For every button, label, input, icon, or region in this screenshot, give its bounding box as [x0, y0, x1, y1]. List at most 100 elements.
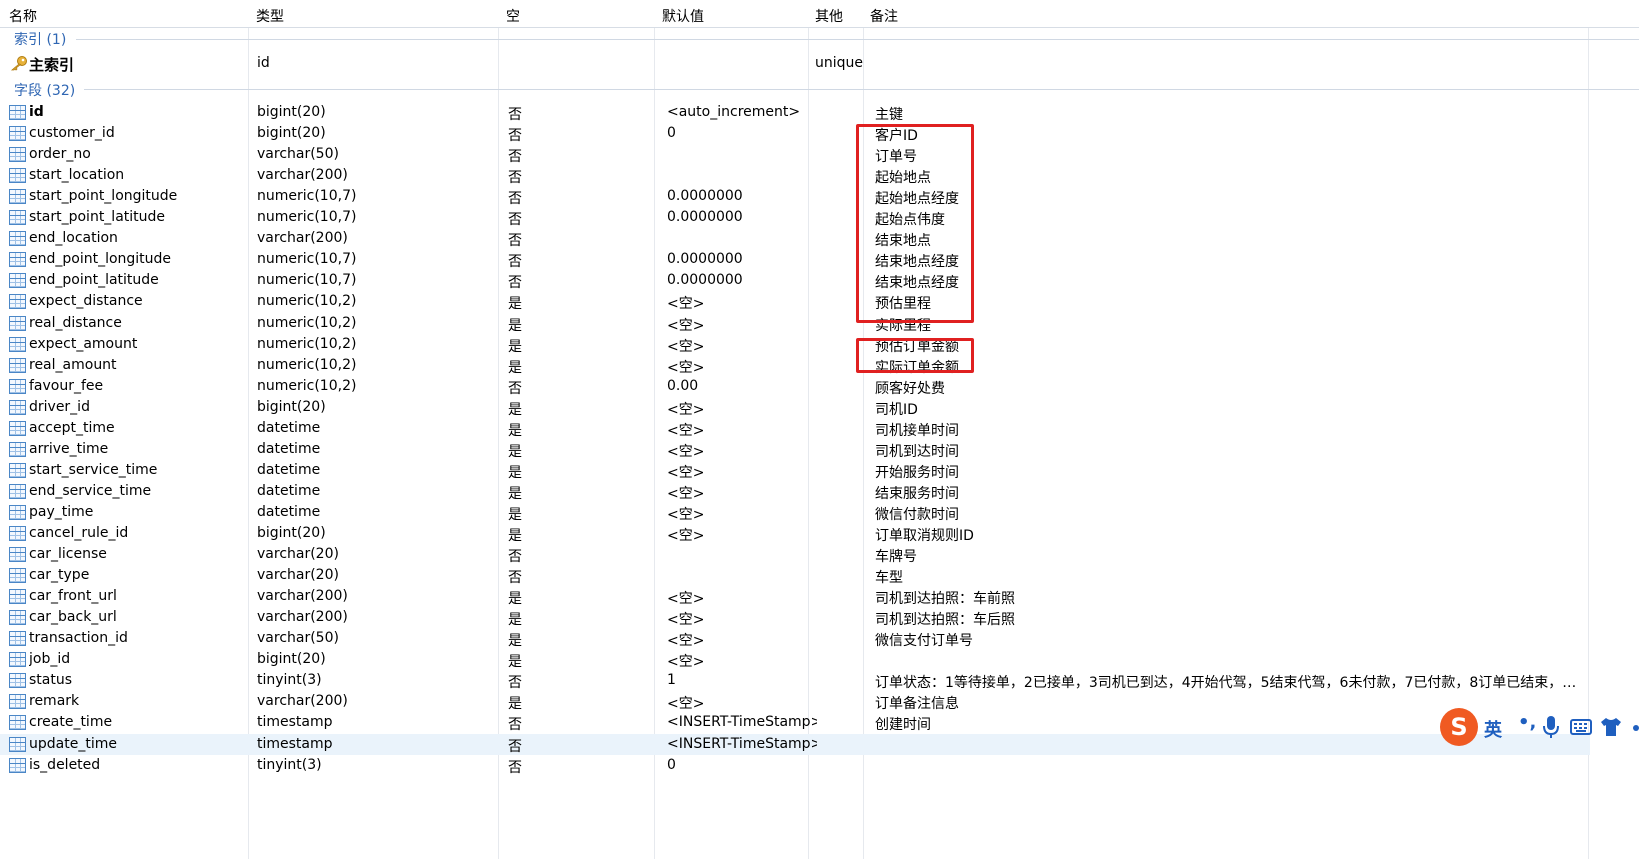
- ime-language-toggle[interactable]: 英: [1484, 716, 1502, 742]
- column-field-icon: [9, 757, 26, 773]
- table-row[interactable]: job_id bigint(20) 是 <空>: [0, 649, 1590, 670]
- microphone-icon[interactable]: [1540, 714, 1562, 740]
- table-row[interactable]: create_time timestamp 否 <INSERT-TimeStamp> 创…: [0, 712, 1590, 733]
- table-row[interactable]: update_time timestamp 否 <INSERT-TimeStamp>: [0, 733, 1590, 755]
- field-default: <INSERT-TimeStamp>: [667, 735, 817, 752]
- field-name: expect_amount: [29, 335, 138, 352]
- field-name: id: [29, 104, 44, 120]
- table-row[interactable]: customer_id bigint(20) 否 0 客户ID: [0, 123, 1590, 144]
- field-group-label[interactable]: 字段 (32): [14, 80, 75, 100]
- table-row[interactable]: order_no varchar(50) 否 订单号: [0, 144, 1590, 165]
- ime-more-icon[interactable]: [1628, 718, 1639, 738]
- table-row[interactable]: driver_id bigint(20) 是 <空> 司机ID: [0, 397, 1590, 418]
- table-row[interactable]: cancel_rule_id bigint(20) 是 <空> 订单取消规则ID: [0, 523, 1590, 544]
- table-row[interactable]: pay_time datetime 是 <空> 微信付款时间: [0, 502, 1590, 523]
- field-type: numeric(10,7): [257, 188, 357, 205]
- field-comment: 起始点伟度: [875, 212, 945, 229]
- table-row[interactable]: car_back_url varchar(200) 是 <空> 司机到达拍照：车后照: [0, 607, 1590, 628]
- column-field-icon: [9, 631, 26, 647]
- field-nullable: 是: [508, 506, 522, 523]
- field-type: bigint(20): [257, 125, 326, 142]
- field-nullable: 是: [508, 338, 522, 355]
- field-nullable: 是: [508, 296, 522, 313]
- table-row[interactable]: real_amount numeric(10,2) 是 <空> 实际订单金额: [0, 355, 1590, 376]
- field-nullable: 否: [508, 128, 522, 145]
- index-group-label[interactable]: 索引 (1): [14, 29, 66, 49]
- column-field-icon: [9, 210, 26, 226]
- field-default: <空>: [667, 633, 705, 650]
- table-row[interactable]: transaction_id varchar(50) 是 <空> 微信支付订单号: [0, 628, 1590, 649]
- field-type: numeric(10,7): [257, 251, 357, 268]
- header-extra[interactable]: 其他: [815, 6, 843, 26]
- primary-index-row[interactable]: 主索引 id unique: [0, 52, 1590, 74]
- field-name: car_license: [29, 546, 107, 563]
- column-field-icon: [9, 462, 26, 478]
- field-comment: 车牌号: [875, 549, 917, 566]
- ime-toolbar[interactable]: S 英 •,: [1440, 708, 1639, 750]
- table-row[interactable]: accept_time datetime 是 <空> 司机接单时间: [0, 418, 1590, 439]
- field-name: transaction_id: [29, 630, 128, 647]
- header-null[interactable]: 空: [506, 6, 520, 26]
- field-name: favour_fee: [29, 377, 104, 394]
- column-field-icon: [9, 336, 26, 352]
- field-comment: 结束地点经度: [875, 275, 959, 292]
- skin-icon[interactable]: [1600, 716, 1622, 738]
- table-row[interactable]: start_location varchar(200) 否 起始地点: [0, 165, 1590, 186]
- column-field-icon: [9, 715, 26, 731]
- field-nullable: 否: [508, 549, 522, 566]
- field-comment: 订单状态：1等待接单，2已接单，3司机已到达，4开始代驾，5结束代驾，6未付款，…: [875, 675, 1580, 692]
- field-name: is_deleted: [29, 756, 101, 773]
- field-nullable: 否: [508, 675, 522, 692]
- field-comment: 实际订单金额: [875, 359, 959, 376]
- column-field-icon: [9, 736, 26, 752]
- table-row[interactable]: car_license varchar(20) 否 车牌号: [0, 544, 1590, 565]
- field-comment: 结束服务时间: [875, 485, 959, 502]
- column-field-icon: [9, 399, 26, 415]
- table-row[interactable]: is_deleted tinyint(3) 否 0: [0, 755, 1590, 776]
- field-type: numeric(10,2): [257, 356, 357, 373]
- table-row[interactable]: car_type varchar(20) 否 车型: [0, 565, 1590, 586]
- table-row[interactable]: end_location varchar(200) 否 结束地点: [0, 228, 1590, 249]
- table-row[interactable]: car_front_url varchar(200) 是 <空> 司机到达拍照：车前照: [0, 586, 1590, 607]
- sogou-logo-icon[interactable]: S: [1440, 708, 1478, 746]
- field-nullable: 否: [508, 738, 522, 755]
- table-header: 名称 类型 空 默认值 其他 备注: [0, 0, 1639, 28]
- table-row[interactable]: expect_distance numeric(10,2) 是 <空> 预估里程: [0, 291, 1590, 312]
- column-field-icon: [9, 694, 26, 710]
- field-type: timestamp: [257, 735, 333, 752]
- column-field-icon: [9, 673, 26, 689]
- header-comment[interactable]: 备注: [870, 6, 898, 26]
- field-type: varchar(20): [257, 567, 339, 584]
- table-row[interactable]: start_point_longitude numeric(10,7) 否 0.000…: [0, 186, 1590, 207]
- field-name: end_point_latitude: [29, 272, 159, 289]
- table-row[interactable]: expect_amount numeric(10,2) 是 <空> 预估订单金额: [0, 334, 1590, 355]
- field-default: 0.0000000: [667, 209, 743, 226]
- field-type: numeric(10,2): [257, 335, 357, 352]
- field-nullable: 是: [508, 654, 522, 671]
- field-comment: 顾客好处费: [875, 380, 945, 397]
- keyboard-icon[interactable]: [1570, 716, 1592, 738]
- table-row[interactable]: remark varchar(200) 是 <空> 订单备注信息: [0, 691, 1590, 712]
- ime-punctuation-toggle[interactable]: •,: [1518, 712, 1536, 733]
- header-default[interactable]: 默认值: [662, 6, 704, 26]
- table-row[interactable]: end_service_time datetime 是 <空> 结束服务时间: [0, 481, 1590, 502]
- field-comment: 主键: [875, 107, 903, 123]
- field-default: <空>: [667, 464, 705, 481]
- table-row[interactable]: end_point_latitude numeric(10,7) 否 0.000000…: [0, 270, 1590, 291]
- header-type[interactable]: 类型: [256, 6, 284, 26]
- table-row[interactable]: status tinyint(3) 否 1 订单状态：1等待接单，2已接单，3司机已到达…: [0, 670, 1590, 691]
- table-row[interactable]: arrive_time datetime 是 <空> 司机到达时间: [0, 439, 1590, 460]
- header-name[interactable]: 名称: [9, 6, 37, 26]
- field-comment: 预估里程: [875, 296, 931, 313]
- field-comment: 实际里程: [875, 317, 931, 334]
- table-row[interactable]: real_distance numeric(10,2) 是 <空> 实际里程: [0, 313, 1590, 334]
- table-row[interactable]: end_point_longitude numeric(10,7) 否 0.00000…: [0, 249, 1590, 270]
- column-field-icon: [9, 273, 26, 289]
- field-nullable: 是: [508, 443, 522, 460]
- table-row[interactable]: start_service_time datetime 是 <空> 开始服务时间: [0, 460, 1590, 481]
- column-field-icon: [9, 589, 26, 605]
- field-default: 0.0000000: [667, 188, 743, 205]
- table-row[interactable]: favour_fee numeric(10,2) 否 0.00 顾客好处费: [0, 376, 1590, 397]
- table-row[interactable]: id bigint(20) 否 <auto_increment> 主键: [0, 102, 1590, 123]
- table-row[interactable]: start_point_latitude numeric(10,7) 否 0.0000…: [0, 207, 1590, 228]
